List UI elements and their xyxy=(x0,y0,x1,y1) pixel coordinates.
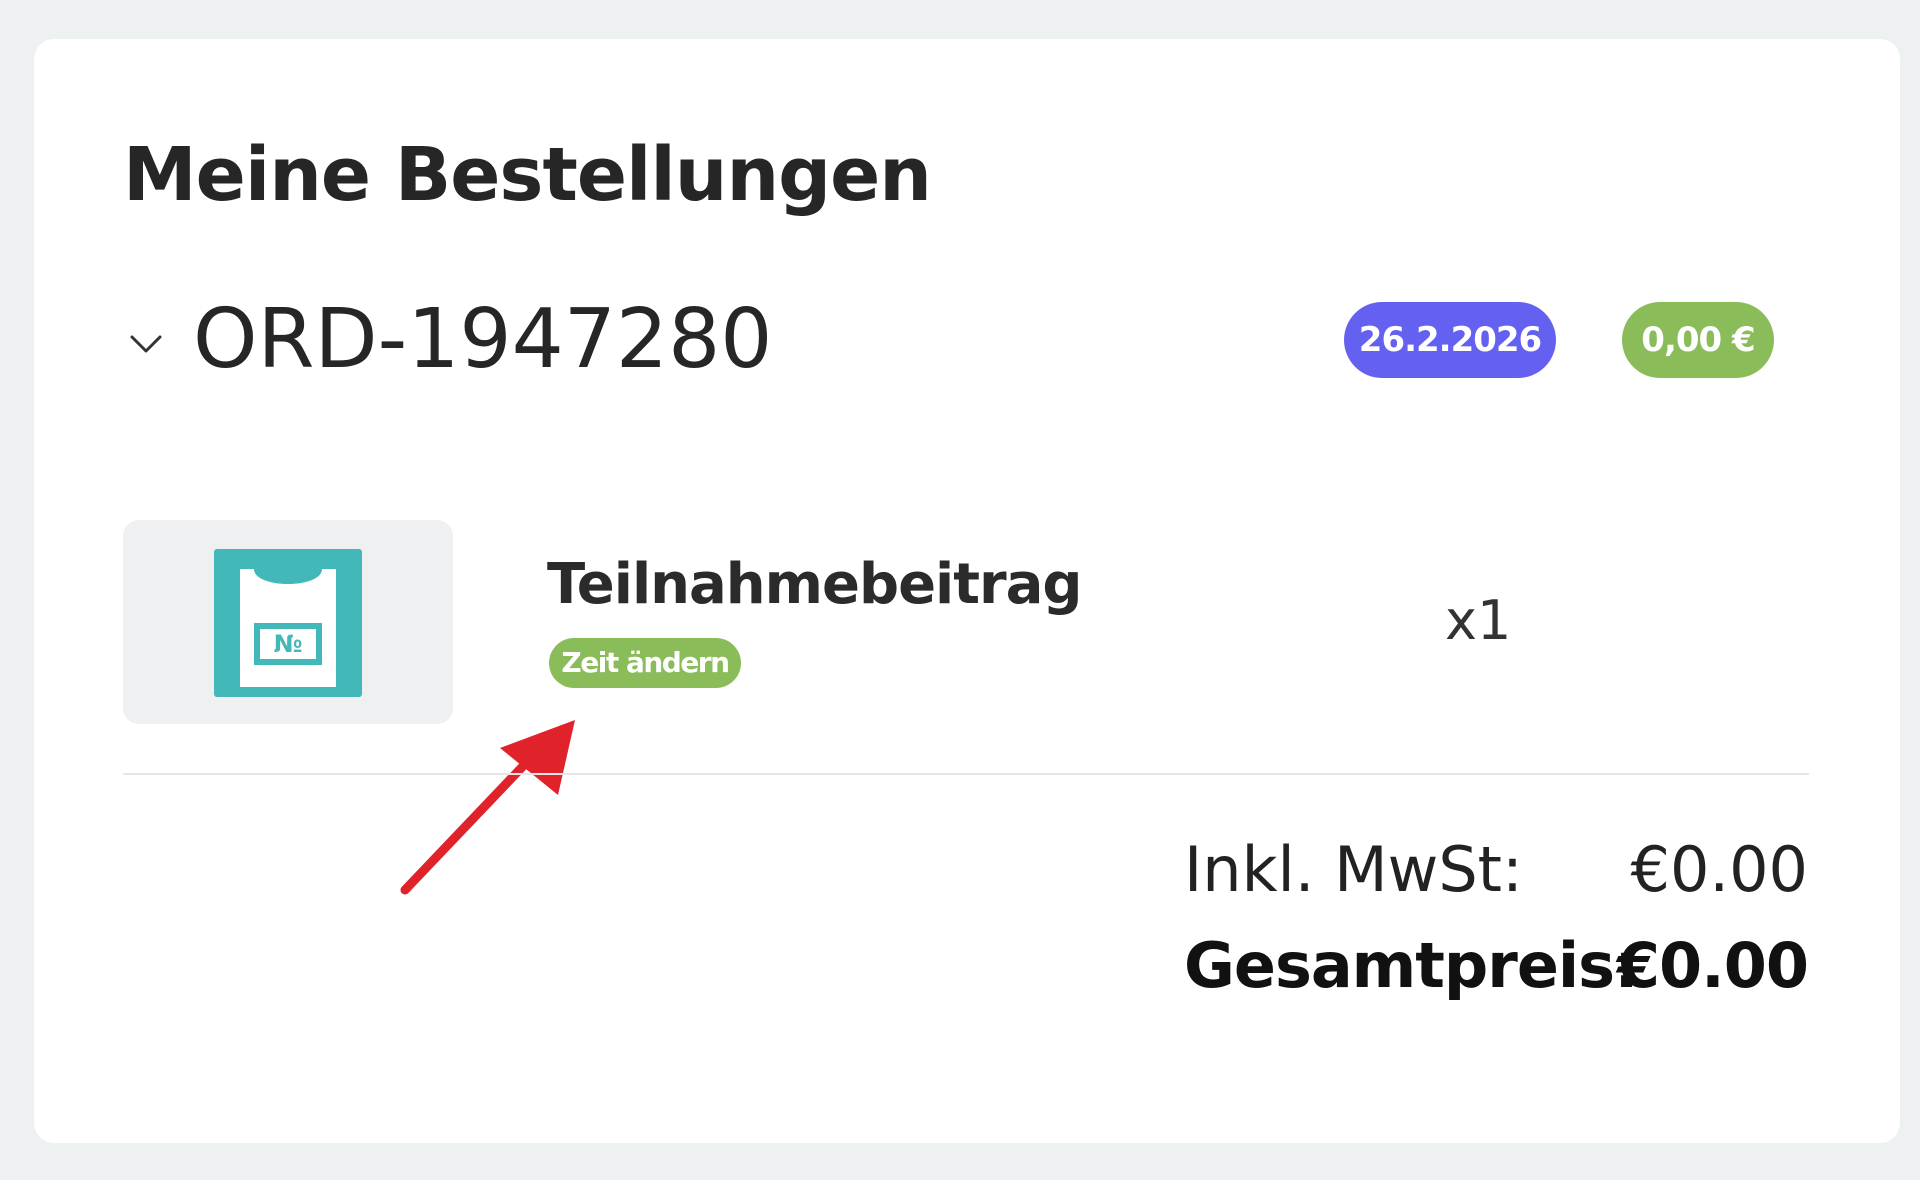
grand-total-row: Gesamtpreis: €0.00 xyxy=(1180,926,1809,1006)
chevron-down-icon[interactable] xyxy=(128,328,164,358)
item-name: Teilnahmebeitrag xyxy=(547,552,1083,617)
tax-label: Inkl. MwSt: xyxy=(1184,833,1523,906)
order-id: ORD-1947280 xyxy=(193,292,773,387)
arrow-pointer-icon xyxy=(400,720,575,895)
svg-text:№: № xyxy=(274,630,303,658)
order-header[interactable]: ORD-1947280 26.2.2026 0,00 € xyxy=(120,290,1780,390)
page-title: Meine Bestellungen xyxy=(123,132,932,218)
grand-total-label: Gesamtpreis: xyxy=(1184,929,1639,1002)
order-item-row: № Teilnahmebeitrag Zeit ändern x1 xyxy=(123,520,1809,726)
item-quantity: x1 xyxy=(1445,589,1512,652)
grand-total-value: €0.00 xyxy=(1616,929,1809,1002)
change-time-button[interactable]: Zeit ändern xyxy=(549,638,741,688)
divider xyxy=(123,773,1809,775)
tax-value: €0.00 xyxy=(1630,833,1809,906)
tax-row: Inkl. MwSt: €0.00 xyxy=(1180,830,1808,910)
order-date-badge: 26.2.2026 xyxy=(1344,302,1556,378)
order-price-badge: 0,00 € xyxy=(1622,302,1774,378)
product-thumbnail: № xyxy=(123,520,453,724)
order-totals: Inkl. MwSt: €0.00 Gesamtpreis: €0.00 xyxy=(1180,830,1809,1010)
race-bib-shirt-icon: № xyxy=(214,549,362,697)
